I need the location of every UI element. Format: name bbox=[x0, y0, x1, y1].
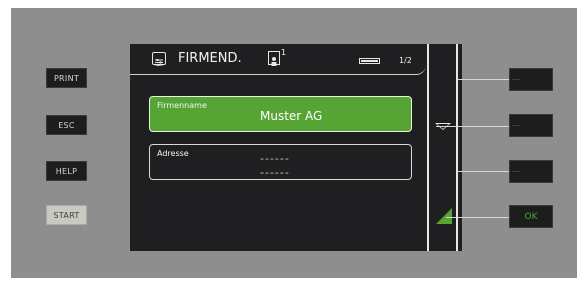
screen-title: FIRMEND. bbox=[178, 51, 242, 66]
softkey-divider-right bbox=[456, 44, 458, 251]
softkey-3-button[interactable] bbox=[509, 160, 553, 183]
person-icon bbox=[268, 51, 280, 66]
softkey-1-button[interactable] bbox=[509, 68, 553, 91]
menu-icon bbox=[152, 52, 166, 66]
company-name-label: Firmenname bbox=[157, 101, 207, 110]
green-triangle-icon bbox=[436, 208, 452, 224]
connector-line-4 bbox=[446, 217, 510, 218]
esc-button[interactable]: ESC bbox=[46, 115, 87, 135]
help-button[interactable]: HELP bbox=[46, 161, 87, 181]
address-line-2: ------ bbox=[260, 166, 290, 179]
softkey-divider-left bbox=[427, 44, 429, 251]
address-label: Adresse bbox=[157, 149, 189, 158]
connector-line-1 bbox=[458, 79, 510, 80]
start-button[interactable]: START bbox=[46, 205, 87, 225]
softkey-2-button[interactable] bbox=[509, 114, 553, 137]
ok-button[interactable]: OK bbox=[509, 205, 553, 228]
ok-label: OK bbox=[524, 211, 538, 222]
title-bar: FIRMEND. 1 1/2 bbox=[130, 44, 426, 75]
company-name-value: Muster AG bbox=[260, 109, 323, 123]
display-screen: FIRMEND. 1 1/2 Firmenname Muster AG Adre… bbox=[130, 44, 462, 251]
company-name-field[interactable]: Firmenname Muster AG bbox=[149, 96, 412, 132]
address-line-1: ------ bbox=[260, 152, 290, 165]
person-badge: 1 bbox=[281, 48, 287, 57]
page-indicator: 1/2 bbox=[399, 56, 412, 65]
battery-icon bbox=[359, 58, 380, 64]
print-button[interactable]: PRINT bbox=[46, 68, 87, 88]
softkey-tick bbox=[512, 79, 520, 80]
softkey-tick bbox=[512, 171, 520, 172]
connector-line-2 bbox=[436, 126, 510, 127]
softkey-tick bbox=[512, 125, 520, 126]
connector-line-3 bbox=[458, 171, 510, 172]
address-field[interactable]: Adresse ------ ------ bbox=[149, 144, 412, 180]
